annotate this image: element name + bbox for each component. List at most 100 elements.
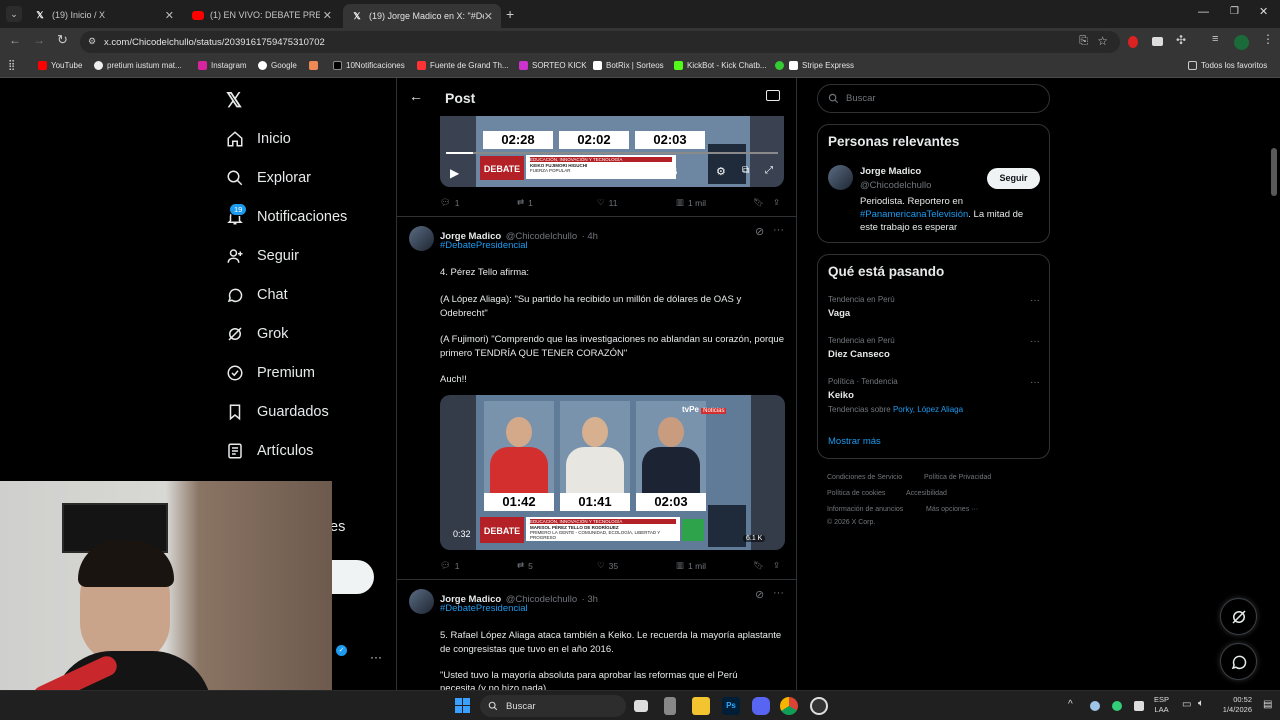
sidebar-item-inicio[interactable]: Inicio bbox=[226, 130, 291, 148]
sidebar-item-notificaciones[interactable]: Notificaciones 19 bbox=[226, 203, 347, 226]
maximize-icon[interactable]: ❐ bbox=[1230, 6, 1239, 17]
hashtag-link[interactable]: #DebatePresidencial bbox=[440, 602, 528, 616]
address-bar[interactable]: ⚙ x.com/Chicodelchullo/status/2039161759… bbox=[80, 31, 1120, 53]
like-button[interactable]: ♡ 35 bbox=[597, 560, 618, 571]
all-bookmarks[interactable]: Todos los favoritos bbox=[1188, 61, 1267, 70]
bookmark-green[interactable] bbox=[775, 61, 788, 70]
bookmark-misc[interactable] bbox=[309, 61, 322, 70]
reader-icon[interactable] bbox=[766, 90, 780, 101]
close-tab-icon[interactable]: ✕ bbox=[165, 9, 174, 22]
file-explorer-icon[interactable] bbox=[692, 697, 710, 715]
photoshop-icon[interactable]: Ps bbox=[722, 697, 740, 715]
footer-ads-info[interactable]: Información de anuncios bbox=[827, 506, 903, 513]
sidebar-item-articulos[interactable]: Artículos bbox=[226, 442, 313, 460]
task-view-icon[interactable] bbox=[634, 700, 648, 712]
profile-avatar-icon[interactable] bbox=[1234, 35, 1249, 50]
footer-privacy[interactable]: Política de Privacidad bbox=[924, 474, 991, 481]
network-icon[interactable]: ▭ bbox=[1182, 699, 1191, 710]
like-button[interactable]: ♡ 11 bbox=[597, 197, 617, 208]
sidebar-item-partial[interactable]: es bbox=[330, 519, 345, 535]
tab-debate-live[interactable]: (1) EN VIVO: DEBATE PRESIDEN... ✕ bbox=[184, 4, 340, 26]
taskbar-search[interactable]: Buscar bbox=[480, 695, 626, 717]
progress-bar[interactable] bbox=[446, 152, 778, 154]
install-app-icon[interactable]: ⎘ bbox=[1079, 35, 1088, 48]
app-icon[interactable] bbox=[664, 697, 676, 715]
bookmark-button[interactable]: 🔖︎ bbox=[753, 197, 764, 208]
bookmark-youtube[interactable]: YouTube bbox=[38, 61, 82, 70]
tab-jorge-madico[interactable]: 𝕏 (19) Jorge Madico en X: "#Deba... ✕ bbox=[343, 4, 501, 28]
new-tab-button[interactable]: + bbox=[506, 6, 514, 22]
more-icon[interactable]: ··· bbox=[1030, 336, 1040, 347]
sidebar-item-seguir[interactable]: Seguir bbox=[226, 247, 299, 265]
page-scrollbar[interactable] bbox=[1271, 148, 1277, 196]
person-name[interactable]: Jorge Madico bbox=[860, 166, 921, 177]
more-icon[interactable]: ··· bbox=[773, 224, 784, 236]
extension-icon[interactable] bbox=[1152, 37, 1163, 46]
reply-button[interactable]: 💬︎ 1 bbox=[440, 197, 460, 208]
pip-icon[interactable]: ⧉ bbox=[742, 165, 749, 176]
close-tab-icon[interactable]: ✕ bbox=[323, 9, 332, 22]
trend-item[interactable]: Tendencia en Perú Vaga ··· bbox=[828, 295, 1040, 319]
footer-accessibility[interactable]: Accesibilidad bbox=[906, 490, 947, 497]
forward-icon[interactable]: → bbox=[33, 33, 45, 47]
tweet2-video[interactable]: tvPe Noticias 01:42 01:41 02:03 DEBATE E… bbox=[440, 395, 785, 550]
chat-fab[interactable] bbox=[1220, 643, 1257, 680]
grok-icon[interactable]: ⊘ bbox=[755, 225, 764, 238]
bookmark-button[interactable]: 🔖︎ bbox=[753, 560, 764, 571]
site-info-icon[interactable]: ⚙ bbox=[88, 36, 98, 46]
close-window-icon[interactable]: ✕ bbox=[1259, 5, 1268, 18]
fullscreen-icon[interactable]: ⤢ bbox=[765, 165, 773, 176]
language-indicator[interactable]: ESP LAA bbox=[1154, 695, 1169, 715]
post-time[interactable]: · 4h bbox=[582, 231, 598, 242]
person-handle[interactable]: @Chicodelchullo bbox=[860, 180, 931, 191]
bookmark-stripe[interactable]: Stripe Express bbox=[789, 61, 854, 70]
avatar[interactable] bbox=[409, 226, 434, 251]
bookmark-pretium[interactable]: pretium iustum mat... bbox=[94, 61, 182, 70]
account-menu-icon[interactable]: ··· bbox=[370, 650, 382, 664]
bookmark-kickbot[interactable]: KickBot - Kick Chatb... bbox=[674, 61, 767, 70]
show-more-link[interactable]: Mostrar más bbox=[828, 436, 881, 447]
bookmark-grand-theft[interactable]: Fuente de Grand Th... bbox=[417, 61, 509, 70]
discord-icon[interactable] bbox=[752, 697, 770, 715]
bookmark-instagram[interactable]: Instagram bbox=[198, 61, 247, 70]
back-arrow-icon[interactable]: ← bbox=[409, 88, 423, 104]
tab-search-button[interactable]: ⌄ bbox=[6, 6, 22, 22]
clock[interactable]: 00:52 1/4/2026 bbox=[1218, 695, 1252, 715]
sidebar-item-chat[interactable]: Chat bbox=[226, 286, 288, 304]
sidebar-item-grok[interactable]: Grok bbox=[226, 325, 288, 343]
windows-start-icon[interactable] bbox=[455, 698, 470, 713]
obs-icon[interactable] bbox=[810, 697, 828, 715]
bookmark-botrix[interactable]: BotRix | Sorteos bbox=[593, 61, 664, 70]
views-button[interactable]: ▥ 1 mil bbox=[676, 197, 706, 208]
tray-app-icon[interactable] bbox=[1112, 701, 1122, 711]
tab-inicio[interactable]: 𝕏 (19) Inicio / X ✕ bbox=[26, 4, 182, 26]
extensions-puzzle-icon[interactable]: ✣ bbox=[1176, 33, 1186, 47]
trend-item[interactable]: Política · Tendencia Keiko Tendencias so… bbox=[828, 377, 1040, 414]
bookmark-10notificaciones[interactable]: 10Notificaciones bbox=[333, 61, 405, 70]
minimize-icon[interactable]: — bbox=[1198, 6, 1209, 18]
notification-center-icon[interactable]: ▤ bbox=[1263, 699, 1272, 710]
tweet1-video[interactable]: 02:28 02:02 02:03 DEBATE EDUCACIÓN, INNO… bbox=[440, 116, 784, 187]
more-icon[interactable]: ··· bbox=[773, 587, 784, 599]
sidebar-item-explorar[interactable]: Explorar bbox=[226, 169, 311, 187]
views-button[interactable]: ▥ 1 mil bbox=[676, 560, 706, 571]
menu-kebab-icon[interactable]: ⋮ bbox=[1262, 32, 1274, 46]
play-icon[interactable]: ▶ bbox=[450, 166, 459, 180]
search-box[interactable]: Buscar bbox=[817, 84, 1050, 113]
extension-icon[interactable] bbox=[1128, 36, 1138, 48]
footer-cookies[interactable]: Política de cookies bbox=[827, 490, 885, 497]
avatar[interactable] bbox=[828, 165, 853, 190]
reload-icon[interactable]: ↻ bbox=[57, 32, 68, 48]
trend-item[interactable]: Tendencia en Perú Diez Canseco ··· bbox=[828, 336, 1040, 360]
settings-icon[interactable]: ⚙ bbox=[716, 165, 726, 178]
footer-terms[interactable]: Condiciones de Servicio bbox=[827, 474, 902, 481]
more-icon[interactable]: ··· bbox=[1030, 377, 1040, 388]
grok-fab[interactable] bbox=[1220, 598, 1257, 635]
retweet-button[interactable]: ⇄ 5 bbox=[517, 560, 533, 571]
close-tab-icon[interactable]: ✕ bbox=[484, 10, 493, 23]
media-icon[interactable]: ≡ bbox=[1212, 33, 1218, 45]
post-time[interactable]: · 3h bbox=[582, 594, 598, 605]
grok-icon[interactable]: ⊘ bbox=[755, 588, 764, 601]
bookmark-sorteo-kick[interactable]: SORTEO KICK bbox=[519, 61, 587, 70]
volume-icon[interactable]: 🔈︎ bbox=[1198, 698, 1204, 709]
